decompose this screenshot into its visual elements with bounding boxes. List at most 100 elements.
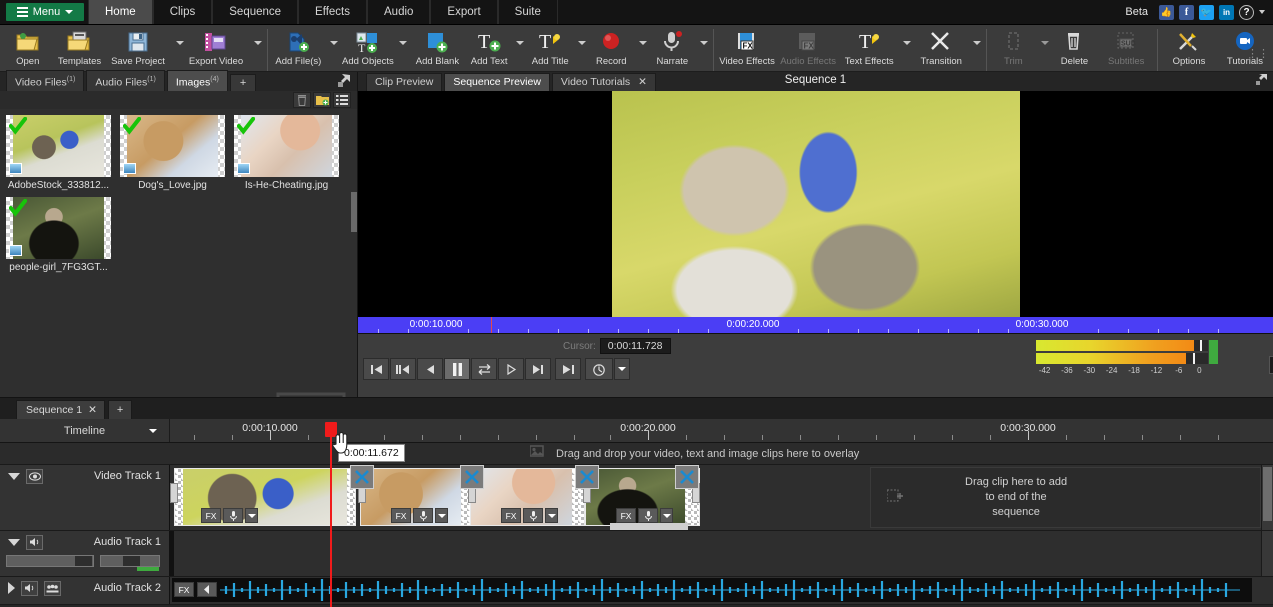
transition-button[interactable]: Transition: [913, 27, 969, 71]
clip-mic-icon[interactable]: [413, 508, 433, 523]
save-project-dropdown[interactable]: [169, 27, 186, 71]
add-text-button[interactable]: T Add Text: [465, 27, 513, 71]
clip-mic-icon[interactable]: [638, 508, 658, 523]
play-to-end-icon[interactable]: [525, 358, 551, 380]
add-title-button[interactable]: T Add Title: [526, 27, 574, 71]
clip-mic-icon[interactable]: [523, 508, 543, 523]
tab-export[interactable]: Export: [430, 0, 498, 24]
delete-button[interactable]: Delete: [1051, 27, 1099, 71]
timeline-clip[interactable]: FX: [360, 468, 472, 526]
tab-clip-preview[interactable]: Clip Preview: [366, 73, 443, 91]
tab-suite[interactable]: Suite: [497, 0, 558, 24]
pause-icon[interactable]: [444, 358, 470, 380]
bin-list-view-icon[interactable]: [333, 92, 351, 108]
preview-expand-icon[interactable]: [1255, 73, 1268, 89]
timeline-mode-select[interactable]: Timeline: [0, 419, 170, 442]
trim-dropdown[interactable]: [1037, 27, 1051, 71]
bin-tab-video-files[interactable]: Video Files(1): [6, 69, 85, 91]
aspect-ratio-select[interactable]: Match Content: [1269, 356, 1273, 374]
export-video-dropdown[interactable]: [247, 27, 264, 71]
media-item[interactable]: AdobeStock_333812...: [6, 115, 111, 191]
skip-end-icon[interactable]: [555, 358, 581, 380]
record-dropdown[interactable]: [635, 27, 649, 71]
tab-effects[interactable]: Effects: [298, 0, 367, 24]
clip-mic-icon[interactable]: [223, 508, 243, 523]
transition-dropdown[interactable]: [969, 27, 983, 71]
bin-delete-icon[interactable]: [293, 92, 311, 108]
narrate-button[interactable]: Narrate: [649, 27, 697, 71]
audio-mute-icon[interactable]: [26, 534, 43, 550]
clip-fx-button[interactable]: FX: [616, 508, 636, 523]
expand-collapse-icon[interactable]: [8, 472, 20, 480]
preview-time-ruler[interactable]: 0:00:10.000 0:00:20.000 0:00:30.000: [358, 317, 1273, 334]
step-back-icon[interactable]: [417, 358, 443, 380]
help-chevron-down-icon[interactable]: [1259, 10, 1265, 14]
add-files-dropdown[interactable]: [326, 27, 340, 71]
track-body-audio-1[interactable]: [170, 531, 1273, 576]
add-blank-button[interactable]: Add Blank: [409, 27, 465, 71]
record-button[interactable]: Record: [588, 27, 636, 71]
track-pan-slider[interactable]: [100, 555, 160, 571]
add-title-dropdown[interactable]: [574, 27, 588, 71]
trim-button[interactable]: Trim: [990, 27, 1038, 71]
media-item[interactable]: Is-He-Cheating.jpg: [234, 115, 339, 191]
transition-marker[interactable]: [575, 465, 599, 489]
timeline-vertical-scrollbar[interactable]: [1261, 531, 1273, 576]
clip-dropdown-icon[interactable]: [545, 508, 558, 523]
tab-sequence[interactable]: Sequence: [212, 0, 299, 24]
bin-tab-images[interactable]: Images(4): [166, 69, 228, 91]
bin-add-folder-icon[interactable]: [313, 92, 331, 108]
timeline-clip[interactable]: FX: [174, 468, 356, 526]
transition-marker[interactable]: [675, 465, 699, 489]
add-text-dropdown[interactable]: [513, 27, 527, 71]
bin-add-tab-button[interactable]: +: [229, 74, 257, 91]
timeline-clip[interactable]: FX: [470, 468, 585, 526]
thumbs-up-icon[interactable]: 👍: [1159, 4, 1174, 20]
clip-fx-button[interactable]: FX: [174, 582, 194, 597]
close-icon[interactable]: ✕: [88, 404, 97, 416]
playback-speed-dropdown[interactable]: [614, 358, 630, 380]
track-volume-slider[interactable]: [6, 555, 94, 567]
export-video-button[interactable]: Export Video: [186, 27, 247, 71]
facebook-icon[interactable]: f: [1179, 4, 1194, 20]
tab-home[interactable]: Home: [88, 0, 153, 24]
tab-clips[interactable]: Clips: [152, 0, 213, 24]
clip-fx-button[interactable]: FX: [201, 508, 221, 523]
add-files-button[interactable]: Add File(s): [270, 27, 326, 71]
close-icon[interactable]: ✕: [638, 76, 647, 88]
open-button[interactable]: Open: [4, 27, 52, 71]
clip-dropdown-icon[interactable]: [245, 508, 258, 523]
transition-marker[interactable]: [350, 465, 374, 489]
clip-scroll-indicator[interactable]: [610, 523, 688, 530]
sequence-tab[interactable]: Sequence 1 ✕: [16, 400, 105, 419]
expand-collapse-icon[interactable]: [8, 538, 20, 546]
add-objects-button[interactable]: T Add Objects: [340, 27, 396, 71]
twitter-icon[interactable]: 🐦: [1199, 4, 1214, 20]
expand-collapse-icon[interactable]: [8, 582, 15, 594]
preview-playhead[interactable]: [491, 317, 492, 333]
media-item[interactable]: people-girl_7FG3GT...: [6, 197, 111, 273]
video-effects-button[interactable]: FX Video Effects: [717, 27, 778, 71]
prev-frame-icon[interactable]: [390, 358, 416, 380]
tab-sequence-preview[interactable]: Sequence Preview: [444, 73, 550, 91]
track-body-video-1[interactable]: FX FX FX FX Drag clip here to add to end…: [170, 465, 1273, 530]
add-objects-dropdown[interactable]: [396, 27, 410, 71]
subtitles-button[interactable]: SUB Subtitles: [1098, 27, 1154, 71]
media-thumbnail[interactable]: [6, 197, 111, 259]
text-effects-dropdown[interactable]: [900, 27, 914, 71]
options-button[interactable]: Options: [1161, 27, 1217, 71]
help-icon[interactable]: ?: [1239, 4, 1254, 20]
track-body-audio-2[interactable]: FX: [170, 577, 1273, 604]
templates-button[interactable]: Templates: [52, 27, 108, 71]
clip-fx-button[interactable]: FX: [391, 508, 411, 523]
tab-video-tutorials[interactable]: Video Tutorials ✕: [551, 73, 656, 91]
clip-dropdown-icon[interactable]: [660, 508, 673, 523]
preview-stage[interactable]: [358, 91, 1273, 317]
media-thumbnail[interactable]: [234, 115, 339, 177]
tab-audio[interactable]: Audio: [367, 0, 431, 24]
bin-expand-icon[interactable]: [337, 74, 351, 91]
ribbon-overflow-icon[interactable]: ⋮⋮: [1247, 47, 1269, 60]
clip-dropdown-icon[interactable]: [435, 508, 448, 523]
playback-speed-icon[interactable]: [585, 358, 613, 380]
narrate-dropdown[interactable]: [696, 27, 710, 71]
